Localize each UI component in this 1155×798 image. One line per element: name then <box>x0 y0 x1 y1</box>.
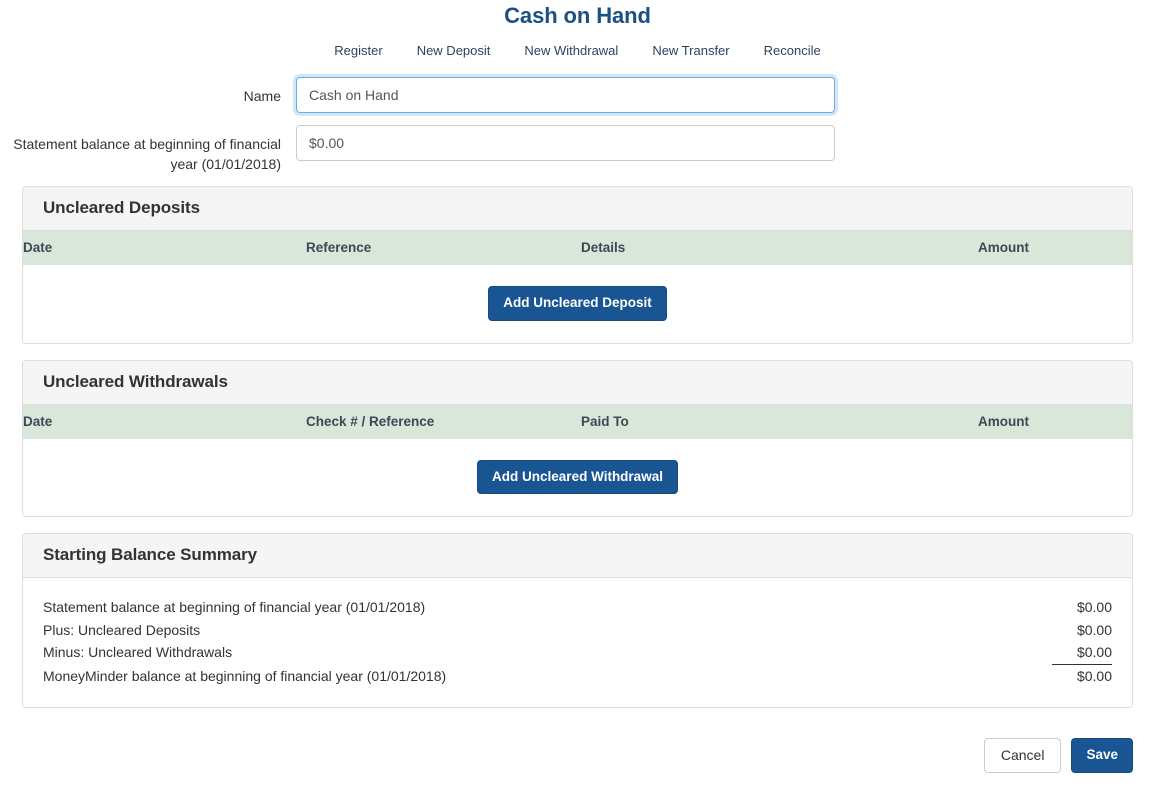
uncleared-withdrawals-table-head: Date Check # / Reference Paid To Amount <box>23 405 1133 439</box>
subnav-item-new-deposit[interactable]: New Deposit <box>417 43 491 58</box>
starting-balance-summary-panel: Starting Balance Summary Statement balan… <box>22 533 1133 708</box>
table-header-row: Date Check # / Reference Paid To Amount <box>23 405 1133 439</box>
column-header-amount: Amount <box>978 405 1133 439</box>
subnav-item-new-withdrawal[interactable]: New Withdrawal <box>524 43 618 58</box>
summary-value: $0.00 <box>1052 641 1112 665</box>
summary-row-statement-balance: Statement balance at beginning of financ… <box>43 596 1112 619</box>
uncleared-deposits-heading: Uncleared Deposits <box>23 187 1132 231</box>
statement-balance-input[interactable] <box>296 125 835 161</box>
uncleared-withdrawals-heading: Uncleared Withdrawals <box>23 361 1132 405</box>
add-uncleared-withdrawal-button[interactable]: Add Uncleared Withdrawal <box>477 460 678 495</box>
summary-value: $0.00 <box>1052 665 1112 688</box>
statement-balance-field-wrap <box>296 125 835 161</box>
name-label: Name <box>0 77 296 106</box>
column-header-reference: Check # / Reference <box>306 405 581 439</box>
uncleared-withdrawals-table: Date Check # / Reference Paid To Amount <box>23 405 1133 439</box>
uncleared-withdrawals-title: Uncleared Withdrawals <box>43 372 1112 392</box>
uncleared-deposits-panel: Uncleared Deposits Date Reference Detail… <box>22 186 1133 344</box>
name-input[interactable] <box>296 77 835 113</box>
summary-label: Plus: Uncleared Deposits <box>43 619 200 642</box>
starting-balance-summary-heading: Starting Balance Summary <box>23 534 1132 578</box>
uncleared-deposits-table: Date Reference Details Amount <box>23 231 1133 265</box>
column-header-amount: Amount <box>978 231 1133 265</box>
footer-actions: Cancel Save <box>0 724 1155 773</box>
form-row-name: Name <box>0 77 1155 113</box>
cancel-button[interactable]: Cancel <box>984 738 1062 773</box>
summary-row-plus-deposits: Plus: Uncleared Deposits $0.00 <box>43 619 1112 642</box>
starting-balance-summary-body: Statement balance at beginning of financ… <box>23 578 1132 707</box>
summary-value: $0.00 <box>1052 619 1112 642</box>
column-header-date: Date <box>23 231 306 265</box>
column-header-date: Date <box>23 405 306 439</box>
table-header-row: Date Reference Details Amount <box>23 231 1133 265</box>
page-title: Cash on Hand <box>0 0 1155 29</box>
save-button[interactable]: Save <box>1071 738 1133 773</box>
account-form: Name Statement balance at beginning of f… <box>0 77 1155 174</box>
uncleared-deposits-title: Uncleared Deposits <box>43 198 1112 218</box>
form-row-statement-balance: Statement balance at beginning of financ… <box>0 125 1155 174</box>
statement-balance-label: Statement balance at beginning of financ… <box>0 125 296 174</box>
column-header-paid-to: Paid To <box>581 405 978 439</box>
name-field-wrap <box>296 77 835 113</box>
uncleared-deposits-empty-area: Add Uncleared Deposit <box>23 265 1132 343</box>
column-header-details: Details <box>581 231 978 265</box>
summary-row-moneyminder-balance: MoneyMinder balance at beginning of fina… <box>43 665 1112 688</box>
column-header-reference: Reference <box>306 231 581 265</box>
subnav-item-new-transfer[interactable]: New Transfer <box>652 43 729 58</box>
summary-label: MoneyMinder balance at beginning of fina… <box>43 665 446 688</box>
summary-label: Minus: Uncleared Withdrawals <box>43 641 232 664</box>
account-edit-page: Cash on Hand Register New Deposit New Wi… <box>0 0 1155 798</box>
summary-value: $0.00 <box>1052 596 1112 619</box>
uncleared-withdrawals-empty-area: Add Uncleared Withdrawal <box>23 439 1132 517</box>
starting-balance-summary-title: Starting Balance Summary <box>43 545 1112 565</box>
summary-row-minus-withdrawals: Minus: Uncleared Withdrawals $0.00 <box>43 641 1112 665</box>
subnav-item-reconcile[interactable]: Reconcile <box>764 43 821 58</box>
subnav-item-register[interactable]: Register <box>334 43 382 58</box>
account-subnav: Register New Deposit New Withdrawal New … <box>0 43 1155 58</box>
uncleared-withdrawals-panel: Uncleared Withdrawals Date Check # / Ref… <box>22 360 1133 518</box>
add-uncleared-deposit-button[interactable]: Add Uncleared Deposit <box>488 286 667 321</box>
summary-label: Statement balance at beginning of financ… <box>43 596 425 619</box>
uncleared-deposits-table-head: Date Reference Details Amount <box>23 231 1133 265</box>
